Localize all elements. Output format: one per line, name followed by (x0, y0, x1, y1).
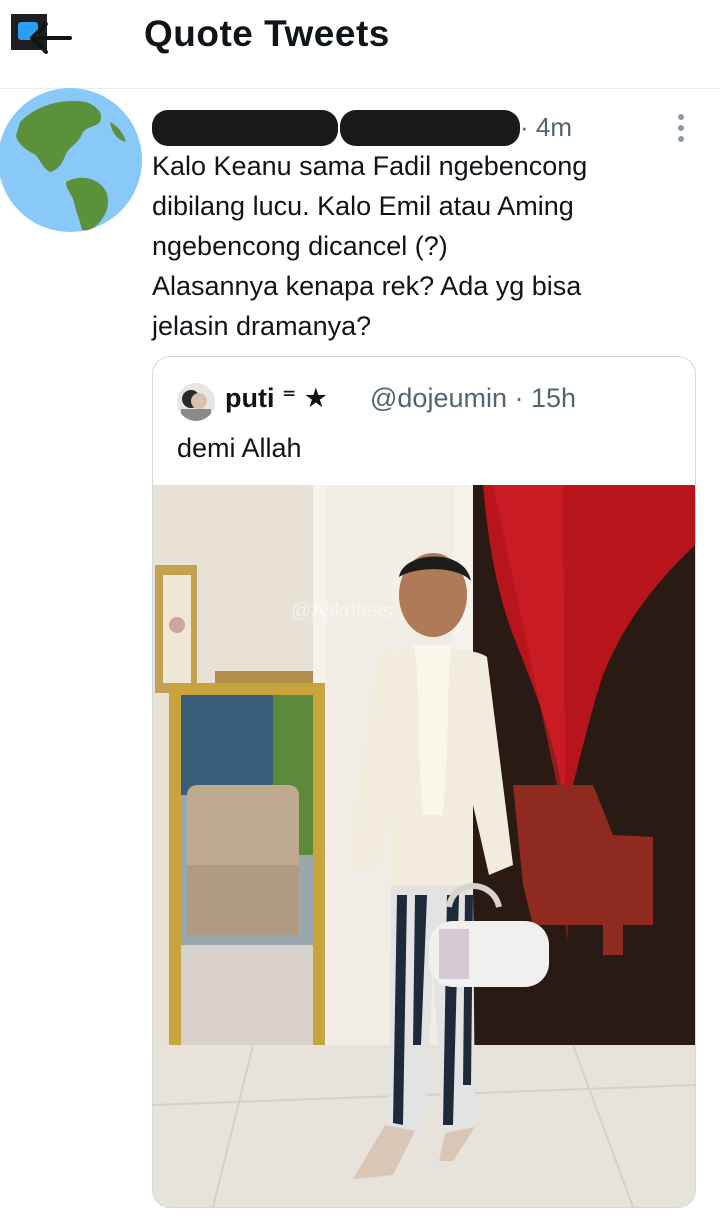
quoted-tweet-header: puti ⁼ ★ @dojeumin · 15h (177, 383, 687, 421)
avatar[interactable] (0, 88, 142, 234)
globe-icon (0, 88, 142, 232)
tweet-text: Kalo Keanu sama Fadil ngebencong dibilan… (152, 151, 588, 341)
redaction (340, 110, 520, 146)
quoted-tweet-card[interactable]: puti ⁼ ★ @dojeumin · 15h demi Allah @Ask… (152, 356, 696, 1208)
more-vertical-icon[interactable] (672, 110, 692, 146)
top-bar: Quote Tweets (0, 0, 720, 89)
redaction (152, 110, 338, 146)
quoted-author-handle[interactable]: @dojeumin · 15h (370, 383, 576, 414)
quoted-tweet-text: demi Allah (177, 433, 302, 463)
quoted-author-name[interactable]: puti ⁼ ★ (225, 383, 328, 414)
arrow-left-icon (30, 22, 72, 54)
timestamp: · 4m (520, 112, 572, 142)
photo-image: @Askrlfess (153, 485, 695, 1207)
tweet-header: u · 4m (152, 110, 712, 146)
watermark-text: @Askrlfess (291, 600, 392, 622)
back-button[interactable] (8, 10, 74, 58)
quoted-avatar[interactable] (177, 383, 215, 421)
tweet-photo[interactable]: @Askrlfess (153, 485, 695, 1207)
page-title: Quote Tweets (144, 13, 390, 54)
